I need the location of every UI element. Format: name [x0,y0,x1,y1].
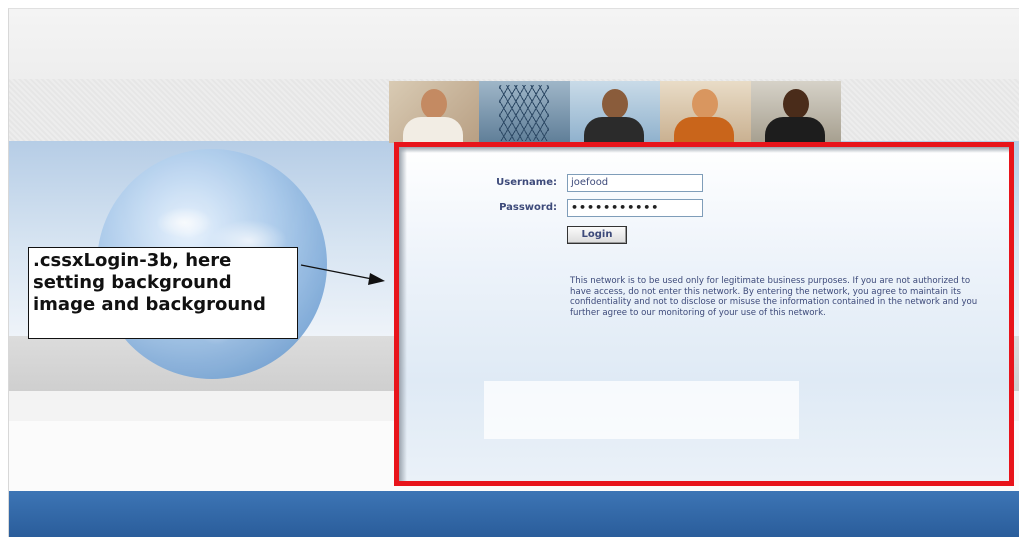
photo-laptop-worker [569,81,661,143]
blank-panel [484,381,799,439]
username-label: Username: [496,177,557,188]
annotation-callout: .cssxLogin-3b, here setting background i… [28,247,298,339]
login-button[interactable]: Login [567,226,627,244]
panel-shadow-top [399,147,1009,153]
photo-executive [750,81,842,143]
photo-tower [479,81,570,143]
header-band [9,9,1019,79]
password-input[interactable]: ••••••••••• [567,199,703,217]
panel-shadow-left [399,147,407,481]
photo-businessman [389,81,480,143]
usage-notice: This network is to be used only for legi… [570,276,978,318]
password-label: Password: [499,202,557,213]
username-input[interactable]: joefood [567,174,703,192]
photo-headset-agent [660,81,751,143]
login-panel: Username: joefood Password: ••••••••••• … [394,142,1014,486]
photo-strip [389,81,842,143]
footer-bar [9,491,1019,537]
